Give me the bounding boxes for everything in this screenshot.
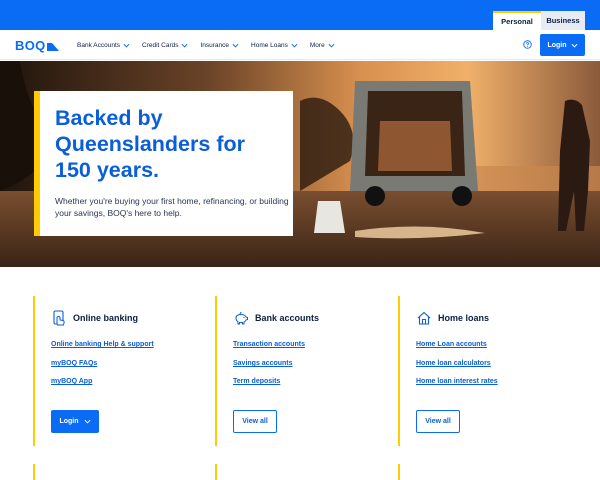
chevron-down-icon — [84, 419, 91, 424]
nav-menu: Bank Accounts Credit Cards Insurance Hom… — [77, 30, 347, 60]
nav-item-credit-cards[interactable]: Credit Cards — [142, 42, 188, 49]
personal-tab[interactable]: Personal — [493, 11, 541, 30]
nav-item-more[interactable]: More — [310, 42, 335, 49]
home-loans-view-all-button[interactable]: View all — [416, 410, 460, 433]
home-loans-tile: Home loans Home Loan accounts Home loan … — [398, 296, 558, 446]
online-banking-icon — [53, 310, 65, 326]
piggy-bank-icon — [235, 312, 248, 325]
nav-item-label: More — [309, 41, 325, 49]
main-nav: BOQ Bank Accounts Credit Cards Insurance… — [0, 30, 600, 60]
tile-link[interactable]: Term deposits — [233, 378, 280, 385]
button-label: View all — [242, 418, 268, 425]
tile-link[interactable]: myBOQ FAQs — [51, 360, 97, 367]
online-banking-login-button[interactable]: Login — [51, 410, 99, 433]
tile-title: Online banking — [73, 313, 139, 323]
logo-text: BOQ — [15, 38, 46, 53]
nav-item-insurance[interactable]: Insurance — [200, 42, 239, 49]
nav-item-label: Bank Accounts — [77, 41, 120, 49]
chevron-down-icon — [291, 43, 298, 48]
tile-link[interactable]: Online banking Help & support — [51, 341, 154, 348]
chevron-down-icon — [181, 43, 188, 48]
chevron-down-icon — [571, 43, 578, 48]
tile-link[interactable]: Savings accounts — [233, 360, 293, 367]
tile-link[interactable]: Home loan calculators — [416, 360, 491, 367]
next-tile-border — [398, 464, 400, 480]
hero-card: Backed by Queenslanders for 150 years. W… — [34, 91, 293, 236]
button-label: Login — [59, 418, 79, 425]
nav-item-bank-accounts[interactable]: Bank Accounts — [77, 42, 130, 49]
bank-accounts-view-all-button[interactable]: View all — [233, 410, 277, 433]
business-tab[interactable]: Business — [541, 11, 585, 30]
logo-mark-icon — [46, 42, 59, 51]
tile-link[interactable]: myBOQ App — [51, 378, 92, 385]
tile-link[interactable]: Home Loan accounts — [416, 341, 487, 348]
login-button-label: Login — [547, 41, 567, 49]
tile-link[interactable]: Home loan interest rates — [416, 378, 498, 385]
help-icon[interactable] — [523, 40, 532, 49]
top-bar: Personal Business — [0, 0, 600, 30]
next-tile-border — [33, 464, 35, 480]
house-icon — [417, 311, 431, 325]
tile-title: Bank accounts — [255, 313, 320, 323]
login-button[interactable]: Login — [540, 34, 585, 56]
tile-link[interactable]: Transaction accounts — [233, 341, 305, 348]
next-tile-border — [215, 464, 217, 480]
hero-text: Whether you're buying your first home, r… — [55, 196, 289, 218]
nav-item-label: Credit Cards — [142, 41, 179, 49]
nav-item-home-loans[interactable]: Home Loans — [251, 42, 298, 49]
bank-accounts-tile: Bank accounts Transaction accounts Savin… — [215, 296, 375, 446]
button-label: View all — [425, 418, 451, 425]
chevron-down-icon — [123, 43, 130, 48]
online-banking-tile: Online banking Online banking Help & sup… — [33, 296, 193, 446]
boq-logo[interactable]: BOQ — [15, 38, 59, 53]
hero-title: Backed by Queenslanders for 150 years. — [55, 106, 245, 182]
tile-title: Home loans — [438, 313, 490, 323]
chevron-down-icon — [232, 43, 239, 48]
nav-item-label: Home Loans — [251, 41, 288, 49]
chevron-down-icon — [328, 43, 335, 48]
nav-item-label: Insurance — [200, 41, 230, 49]
